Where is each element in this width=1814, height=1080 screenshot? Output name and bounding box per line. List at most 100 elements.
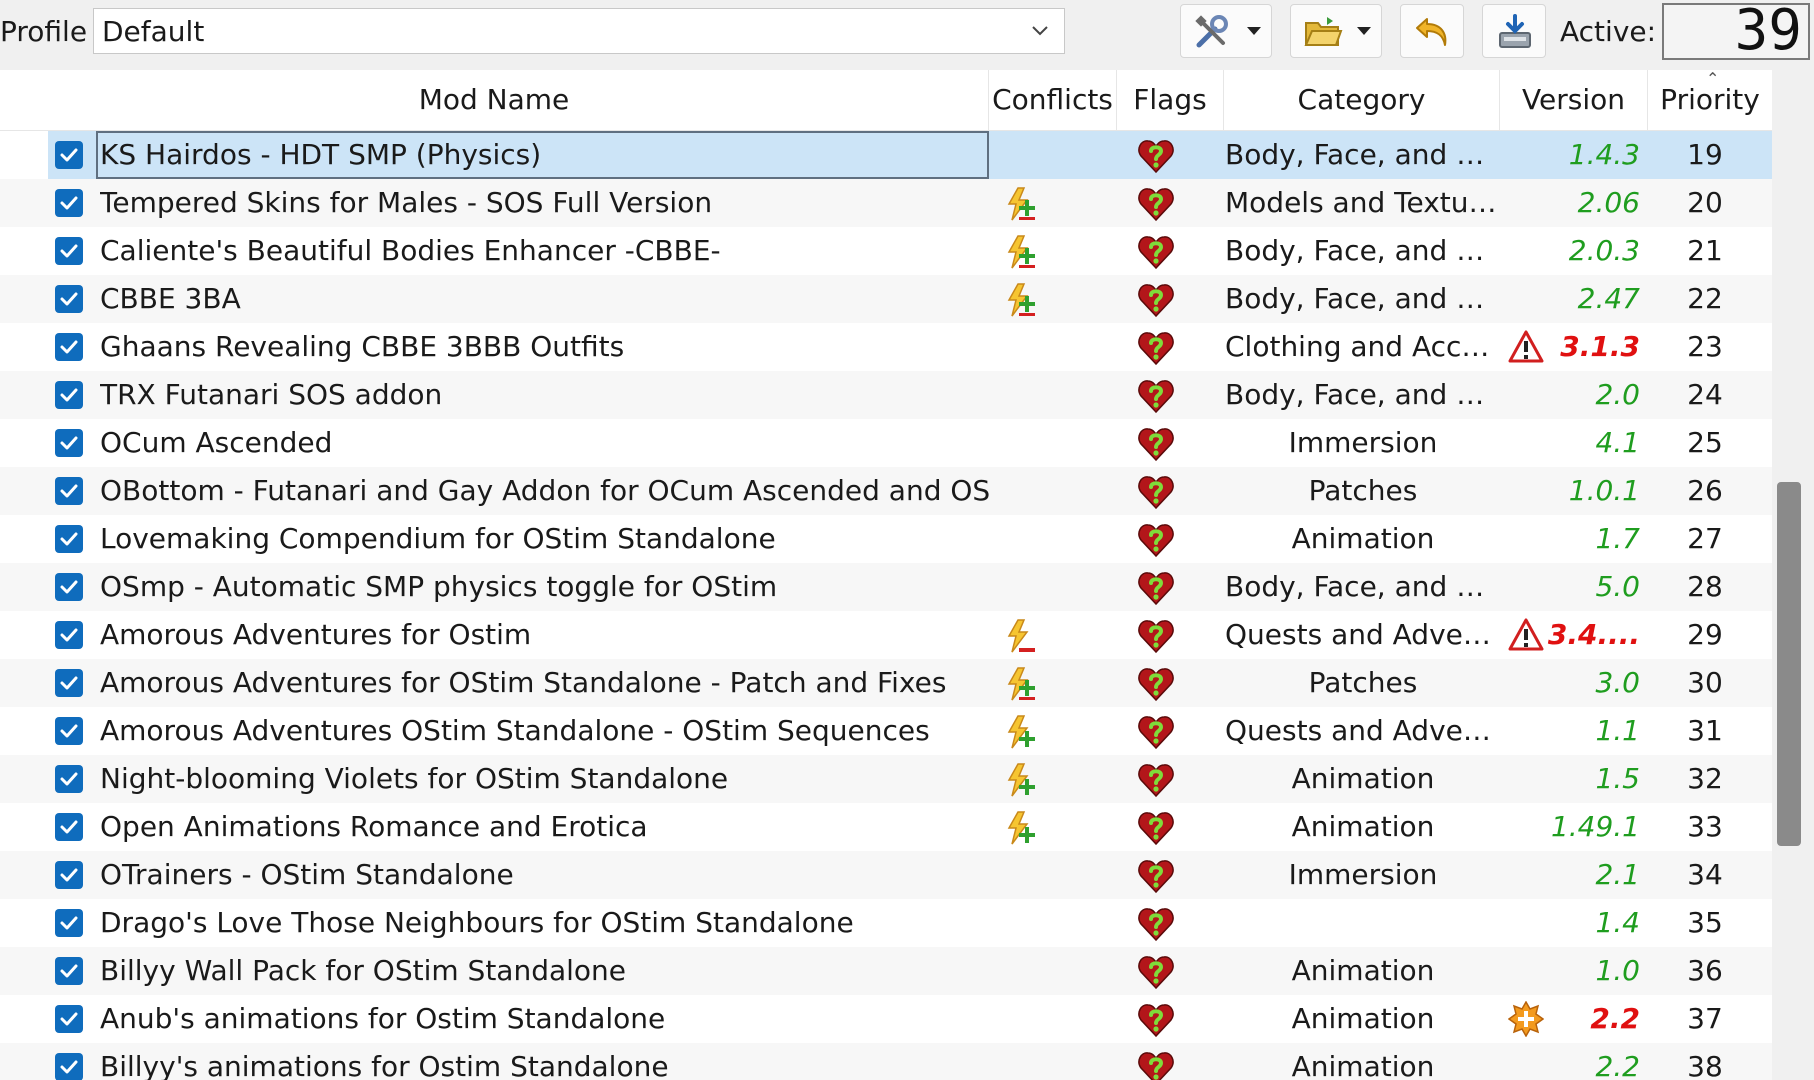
sort-ascending-icon: ⌃ (1706, 69, 1720, 88)
mod-row[interactable]: Amorous Adventures for Ostim Quests and A… (0, 611, 1772, 659)
mod-enabled-checkbox[interactable] (55, 525, 83, 553)
conflict-overwrite-both-icon (1005, 235, 1037, 269)
column-header-flags[interactable]: Flags (1117, 70, 1224, 130)
mod-enabled-checkbox[interactable] (55, 813, 83, 841)
mod-category: Models and Textures (1225, 186, 1501, 219)
mod-row[interactable]: Open Animations Romance and Erotica Anima… (0, 803, 1772, 851)
mod-row[interactable]: CBBE 3BA Body, Face, and Hair 2.47 22 (0, 275, 1772, 323)
mod-name: Caliente's Beautiful Bodies Enhancer -CB… (100, 234, 721, 267)
mod-version: 1.7 (1595, 522, 1640, 555)
mod-priority: 23 (1687, 330, 1723, 363)
open-folder-button[interactable] (1290, 4, 1382, 58)
no-valid-game-data-flag-icon (1137, 809, 1175, 847)
folder-icon (1304, 17, 1343, 46)
active-label: Active: (1560, 15, 1657, 48)
mod-enabled-checkbox[interactable] (55, 957, 83, 985)
mod-priority: 34 (1687, 858, 1723, 891)
column-header-conflicts[interactable]: Conflicts (989, 70, 1117, 130)
chevron-down-icon (1032, 26, 1048, 36)
mod-version: 2.06 (1577, 186, 1640, 219)
mod-row[interactable]: OCum Ascended Immersion 4.1 25 (0, 419, 1772, 467)
mod-row[interactable]: TRX Futanari SOS addon Body, Face, and Ha… (0, 371, 1772, 419)
mod-name: Ghaans Revealing CBBE 3BBB Outfits (100, 330, 625, 363)
mod-enabled-checkbox[interactable] (55, 141, 83, 169)
mod-enabled-checkbox[interactable] (55, 477, 83, 505)
mod-row[interactable]: Drago's Love Those Neighbours for OStim … (0, 899, 1772, 947)
toolbar: Profile Default Active: 39 (0, 0, 1814, 68)
mod-row[interactable]: Lovemaking Compendium for OStim Standalo… (0, 515, 1772, 563)
mod-enabled-checkbox[interactable] (55, 429, 83, 457)
warning-triangle-icon (1508, 329, 1544, 365)
mod-row[interactable]: Night-blooming Violets for OStim Standal… (0, 755, 1772, 803)
mod-list-header: Mod Name Conflicts Flags Category Versio… (0, 70, 1772, 131)
column-header-category[interactable]: Category (1224, 70, 1500, 130)
mod-enabled-checkbox[interactable] (55, 381, 83, 409)
mod-row[interactable]: OBottom - Futanari and Gay Addon for OCu… (0, 467, 1772, 515)
mod-row[interactable]: Amorous Adventures for OStim Standalone … (0, 659, 1772, 707)
mod-version: 2.0.3 (1568, 234, 1640, 267)
mod-row[interactable]: OTrainers - OStim Standalone Immersion 2.1… (0, 851, 1772, 899)
conflict-overwrite-both-icon (1005, 187, 1037, 221)
tools-button[interactable] (1180, 4, 1272, 58)
mod-enabled-checkbox[interactable] (55, 669, 83, 697)
mod-priority: 33 (1687, 810, 1723, 843)
no-valid-game-data-flag-icon (1137, 617, 1175, 655)
conflict-overwrites-icon (1005, 715, 1037, 749)
create-backup-button[interactable] (1482, 4, 1546, 58)
mod-enabled-checkbox[interactable] (55, 333, 83, 361)
mod-row[interactable]: Amorous Adventures OStim Standalone - OS… (0, 707, 1772, 755)
profile-select[interactable]: Default (93, 8, 1065, 54)
mod-enabled-checkbox[interactable] (55, 909, 83, 937)
mod-enabled-checkbox[interactable] (55, 285, 83, 313)
mod-enabled-checkbox[interactable] (55, 189, 83, 217)
conflict-overwritten-icon (1005, 619, 1037, 653)
mod-category: Animation (1291, 1002, 1435, 1035)
mod-row[interactable]: KS Hairdos - HDT SMP (Physics) Body, Face… (0, 131, 1772, 179)
mod-name: Amorous Adventures OStim Standalone - OS… (100, 714, 930, 747)
vertical-scrollbar[interactable] (1772, 70, 1814, 1080)
mod-enabled-checkbox[interactable] (55, 1053, 83, 1080)
mod-category: Body, Face, and Hair (1225, 138, 1501, 171)
mod-priority: 26 (1687, 474, 1723, 507)
mod-version: 1.0.1 (1568, 474, 1640, 507)
mod-enabled-checkbox[interactable] (55, 1005, 83, 1033)
mod-row[interactable]: Billyy's animations for Ostim Standalone… (0, 1043, 1772, 1080)
mod-category: Body, Face, and Hair (1225, 570, 1501, 603)
column-header-version[interactable]: Version (1500, 70, 1648, 130)
mod-version: 2.2 (1595, 1050, 1640, 1080)
mod-priority: 19 (1687, 138, 1723, 171)
mod-name: CBBE 3BA (100, 282, 241, 315)
mod-row[interactable]: Billyy Wall Pack for OStim Standalone Ani… (0, 947, 1772, 995)
mod-enabled-checkbox[interactable] (55, 237, 83, 265)
mod-row[interactable]: OSmp - Automatic SMP physics toggle for … (0, 563, 1772, 611)
profile-label: Profile (0, 15, 88, 48)
mod-priority: 22 (1687, 282, 1723, 315)
mod-row[interactable]: Anub's animations for Ostim Standalone An… (0, 995, 1772, 1043)
mod-priority: 31 (1687, 714, 1723, 747)
mod-version: 3.4.... (1547, 618, 1640, 651)
mod-row[interactable]: Tempered Skins for Males - SOS Full Vers… (0, 179, 1772, 227)
mod-version: 1.4.3 (1568, 138, 1640, 171)
update-available-icon (1508, 1001, 1544, 1037)
mod-enabled-checkbox[interactable] (55, 717, 83, 745)
conflict-overwrite-both-icon (1005, 667, 1037, 701)
mod-name: TRX Futanari SOS addon (100, 378, 443, 411)
no-valid-game-data-flag-icon (1137, 1001, 1175, 1039)
mod-enabled-checkbox[interactable] (55, 621, 83, 649)
mod-enabled-checkbox[interactable] (55, 765, 83, 793)
scrollbar-thumb[interactable] (1777, 482, 1801, 846)
warning-triangle-icon (1508, 617, 1544, 653)
mod-priority: 32 (1687, 762, 1723, 795)
mod-category: Patches (1308, 474, 1418, 507)
mod-name: Open Animations Romance and Erotica (100, 810, 648, 843)
mod-category: Body, Face, and Hair (1225, 234, 1501, 267)
mod-row[interactable]: Caliente's Beautiful Bodies Enhancer -CB… (0, 227, 1772, 275)
restore-backup-button[interactable] (1400, 4, 1464, 58)
column-header-mod-name[interactable]: Mod Name (0, 70, 989, 130)
mod-version: 1.49.1 (1550, 810, 1640, 843)
mod-row[interactable]: Ghaans Revealing CBBE 3BBB Outfits Clothi… (0, 323, 1772, 371)
mod-enabled-checkbox[interactable] (55, 861, 83, 889)
mod-category: Quests and Adven... (1225, 714, 1501, 747)
mod-name: Billyy's animations for Ostim Standalone (100, 1050, 669, 1080)
mod-enabled-checkbox[interactable] (55, 573, 83, 601)
